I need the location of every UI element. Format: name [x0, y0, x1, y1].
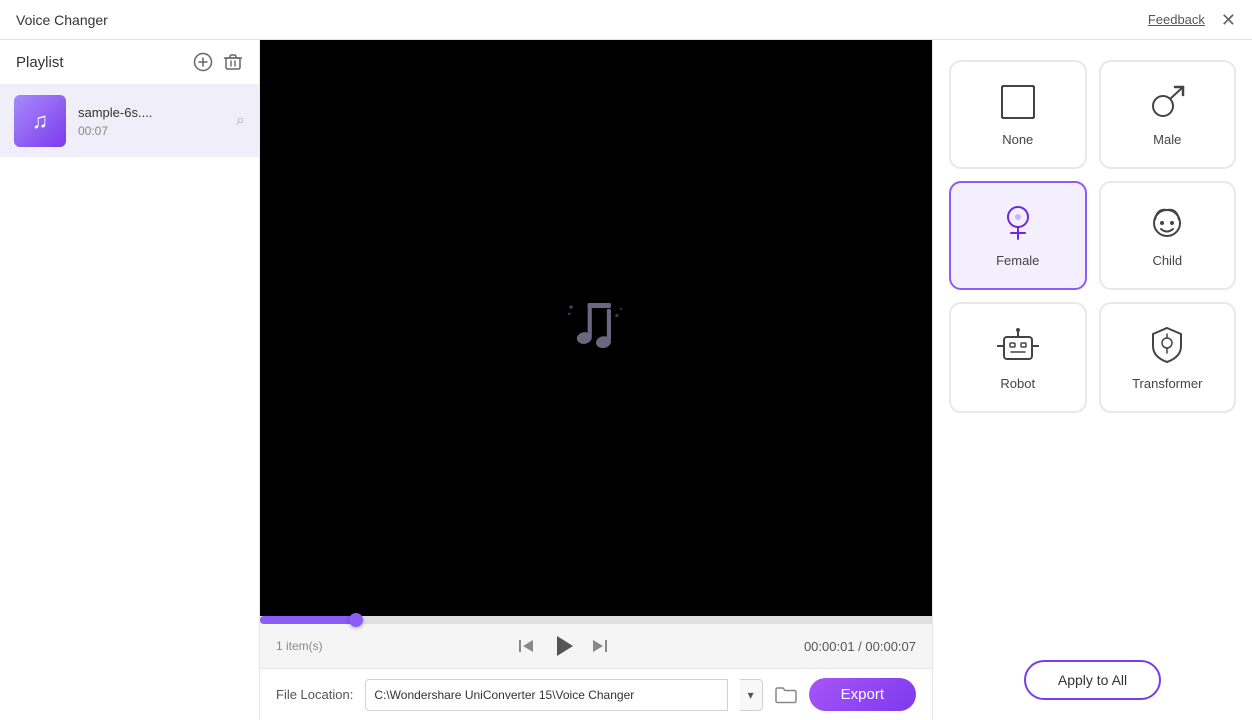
playlist-item-duration: 00:07 [78, 124, 224, 138]
open-folder-button[interactable] [775, 686, 797, 704]
feedback-link[interactable]: Feedback [1148, 12, 1205, 27]
playlist-thumbnail: ♫ [14, 95, 66, 147]
robot-icon [997, 324, 1039, 366]
voice-option-child[interactable]: Child [1099, 181, 1237, 290]
bottom-bar: File Location: ▾ Export [260, 668, 932, 720]
export-button[interactable]: Export [809, 678, 916, 711]
music-icon: ♫ [32, 108, 49, 134]
play-button[interactable] [549, 632, 577, 660]
female-icon [998, 203, 1038, 243]
voice-option-transformer[interactable]: Transformer [1099, 302, 1237, 413]
next-button[interactable] [591, 637, 609, 655]
controls-row: 1 item(s) [260, 624, 932, 668]
voice-option-female[interactable]: Female [949, 181, 1087, 290]
previous-button[interactable] [517, 637, 535, 655]
app-title: Voice Changer [16, 12, 108, 28]
video-panel [260, 40, 932, 616]
progress-fill [260, 616, 356, 624]
close-button[interactable]: ✕ [1221, 11, 1236, 29]
voice-option-male[interactable]: Male [1099, 60, 1237, 169]
male-label: Male [1153, 132, 1181, 147]
time-display: 00:00:01 / 00:00:07 [804, 639, 916, 654]
transformer-label: Transformer [1132, 376, 1202, 391]
location-dropdown-button[interactable]: ▾ [740, 679, 763, 711]
robot-label: Robot [1000, 376, 1035, 391]
playlist-title: Playlist [16, 54, 64, 71]
music-note-icon [546, 288, 646, 368]
playlist-info: sample-6s.... 00:07 [78, 105, 224, 138]
playback-buttons [517, 632, 609, 660]
playlist-item-search-icon[interactable]: ⌕ [236, 112, 245, 130]
playlist-item-name: sample-6s.... [78, 105, 224, 120]
progress-bar[interactable] [260, 616, 932, 624]
none-label: None [1002, 132, 1033, 147]
child-label: Child [1152, 253, 1182, 268]
title-actions: Feedback ✕ [1148, 11, 1236, 29]
voice-option-robot[interactable]: Robot [949, 302, 1087, 413]
playlist-item[interactable]: ♫ sample-6s.... 00:07 ⌕ [0, 85, 259, 157]
sidebar: Playlist [0, 40, 260, 720]
progress-thumb[interactable] [349, 613, 363, 627]
right-panel: None Male [932, 40, 1252, 720]
none-icon [998, 82, 1038, 122]
playlist-actions [193, 52, 243, 72]
male-icon [1147, 82, 1187, 122]
content-area: 1 item(s) [260, 40, 932, 720]
voice-option-none[interactable]: None [949, 60, 1087, 169]
add-item-button[interactable] [193, 52, 213, 72]
playlist-header: Playlist [0, 40, 259, 85]
voice-options-grid: None Male [949, 60, 1236, 642]
file-location-label: File Location: [276, 687, 353, 702]
female-label: Female [996, 253, 1039, 268]
child-icon [1147, 203, 1187, 243]
delete-item-button[interactable] [223, 52, 243, 72]
main-layout: Playlist [0, 40, 1252, 720]
apply-all-button[interactable]: Apply to All [1024, 660, 1161, 700]
apply-all-section: Apply to All [949, 660, 1236, 700]
items-count: 1 item(s) [276, 639, 323, 653]
transformer-icon [1146, 324, 1188, 366]
title-bar: Voice Changer Feedback ✕ [0, 0, 1252, 40]
file-location-input[interactable] [365, 679, 727, 711]
